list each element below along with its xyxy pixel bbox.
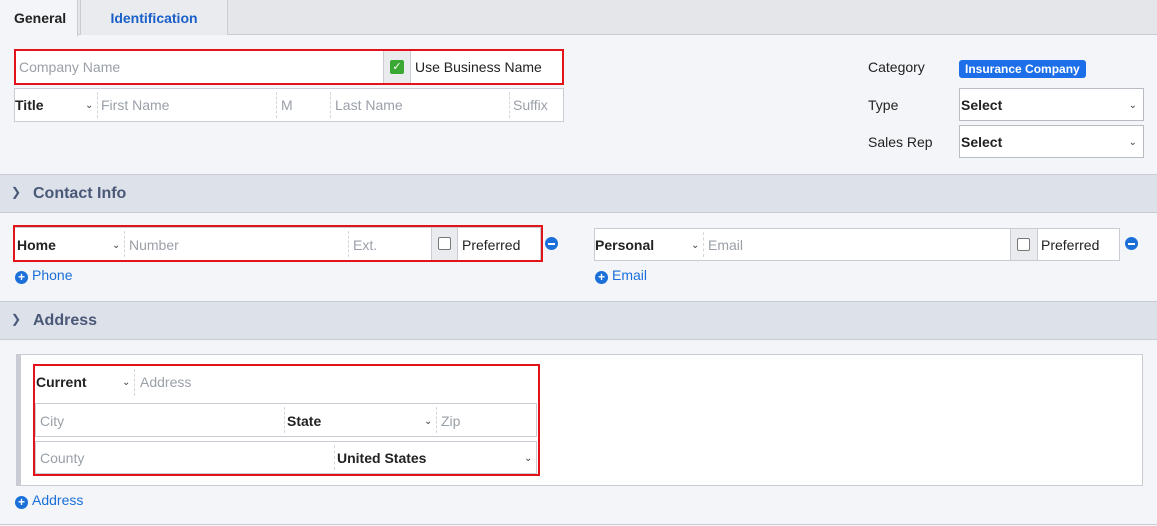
email-preferred-checkbox[interactable] bbox=[1017, 238, 1030, 251]
zip-input[interactable]: Zip bbox=[441, 413, 460, 429]
state-select[interactable]: State bbox=[287, 413, 321, 429]
type-label: Type bbox=[868, 97, 899, 113]
sales-rep-select-value: Select bbox=[961, 134, 1003, 150]
chevron-down-icon: ⌄ bbox=[691, 240, 700, 251]
address-input[interactable]: Address bbox=[140, 374, 191, 390]
add-address-link[interactable]: + Address bbox=[15, 492, 83, 509]
tab-bar: General Identification Data bbox=[0, 0, 1157, 62]
tab-identification-data[interactable]: Identification Data bbox=[80, 0, 228, 62]
email-input[interactable]: Email bbox=[708, 237, 743, 253]
contact-info-title: Contact Info bbox=[33, 185, 127, 202]
phone-preferred-cell bbox=[431, 228, 458, 260]
chevron-down-icon: ⌄ bbox=[424, 416, 433, 427]
sales-rep-label: Sales Rep bbox=[868, 134, 933, 150]
contact-info-header[interactable]: ❯ Contact Info bbox=[0, 174, 1157, 213]
last-name-input[interactable]: Last Name bbox=[335, 97, 403, 113]
country-select[interactable]: United States bbox=[337, 450, 426, 466]
phone-type-select[interactable]: Home bbox=[17, 237, 56, 253]
email-group: Personal ⌄ Email Preferred bbox=[594, 228, 1120, 261]
use-business-name-cell: ✓ bbox=[383, 51, 411, 83]
remove-phone-icon[interactable] bbox=[545, 237, 558, 250]
city-state-zip-group: City State ⌄ Zip bbox=[35, 403, 537, 437]
phone-preferred-checkbox[interactable] bbox=[438, 237, 451, 250]
city-input[interactable]: City bbox=[40, 413, 64, 429]
address-title: Address bbox=[33, 312, 98, 329]
divider bbox=[334, 445, 335, 470]
chevron-down-icon: ❯ bbox=[11, 185, 22, 199]
plus-circle-icon: + bbox=[15, 271, 28, 284]
phone-number-input[interactable]: Number bbox=[129, 237, 179, 253]
chevron-down-icon: ⌄ bbox=[122, 377, 131, 388]
chevron-down-icon: ⌄ bbox=[112, 240, 121, 251]
use-business-name-checkbox[interactable]: ✓ bbox=[390, 60, 404, 74]
company-name-input[interactable]: Company Name bbox=[19, 59, 120, 75]
plus-circle-icon: + bbox=[15, 496, 28, 509]
sales-rep-select[interactable]: Select ⌄ bbox=[959, 125, 1144, 158]
type-select-value: Select bbox=[961, 97, 1003, 113]
divider bbox=[284, 407, 285, 433]
middle-initial-input[interactable]: M bbox=[281, 97, 293, 113]
divider bbox=[97, 92, 98, 118]
email-type-select[interactable]: Personal bbox=[595, 237, 654, 253]
chevron-down-icon: ❯ bbox=[11, 312, 22, 326]
address-line-group: Current ⌄ Address bbox=[35, 366, 537, 399]
phone-preferred-label: Preferred bbox=[462, 237, 521, 253]
suffix-input[interactable]: Suffix bbox=[513, 97, 548, 113]
tab-general[interactable]: General bbox=[0, 0, 78, 36]
category-label: Category bbox=[868, 59, 925, 75]
divider bbox=[134, 369, 135, 396]
county-country-group: County United States ⌄ bbox=[35, 441, 537, 474]
divider bbox=[436, 407, 437, 433]
person-name-group: Title ⌄ First Name M Last Name Suffix bbox=[14, 88, 564, 122]
add-email-label: Email bbox=[612, 267, 648, 283]
use-business-name-label: Use Business Name bbox=[415, 59, 542, 75]
divider bbox=[703, 232, 704, 257]
add-phone-link[interactable]: + Phone bbox=[15, 267, 72, 284]
title-select[interactable]: Title bbox=[15, 97, 44, 113]
email-preferred-label: Preferred bbox=[1041, 237, 1100, 253]
chevron-down-icon: ⌄ bbox=[1128, 137, 1137, 148]
add-phone-label: Phone bbox=[32, 267, 73, 283]
divider bbox=[124, 231, 125, 257]
email-preferred-cell bbox=[1010, 229, 1038, 260]
add-address-label: Address bbox=[32, 492, 84, 508]
category-badge[interactable]: Insurance Company bbox=[959, 60, 1086, 78]
address-header[interactable]: ❯ Address bbox=[0, 301, 1157, 340]
chevron-down-icon: ⌄ bbox=[524, 453, 533, 464]
divider bbox=[330, 92, 331, 118]
chevron-down-icon: ⌄ bbox=[1128, 100, 1137, 111]
company-name-group: Company Name ✓ Use Business Name bbox=[14, 50, 564, 84]
phone-ext-input[interactable]: Ext. bbox=[353, 237, 377, 253]
divider bbox=[348, 231, 349, 257]
first-name-input[interactable]: First Name bbox=[101, 97, 169, 113]
address-type-select[interactable]: Current bbox=[36, 374, 87, 390]
bottom-divider bbox=[0, 524, 1157, 525]
add-email-link[interactable]: + Email bbox=[595, 267, 647, 284]
divider bbox=[509, 92, 510, 118]
chevron-down-icon: ⌄ bbox=[85, 100, 94, 111]
plus-circle-icon: + bbox=[595, 271, 608, 284]
phone-group: Home ⌄ Number Ext. Preferred bbox=[14, 227, 541, 261]
county-input[interactable]: County bbox=[40, 450, 84, 466]
remove-email-icon[interactable] bbox=[1125, 237, 1138, 250]
type-select[interactable]: Select ⌄ bbox=[959, 88, 1144, 121]
divider bbox=[276, 92, 277, 118]
